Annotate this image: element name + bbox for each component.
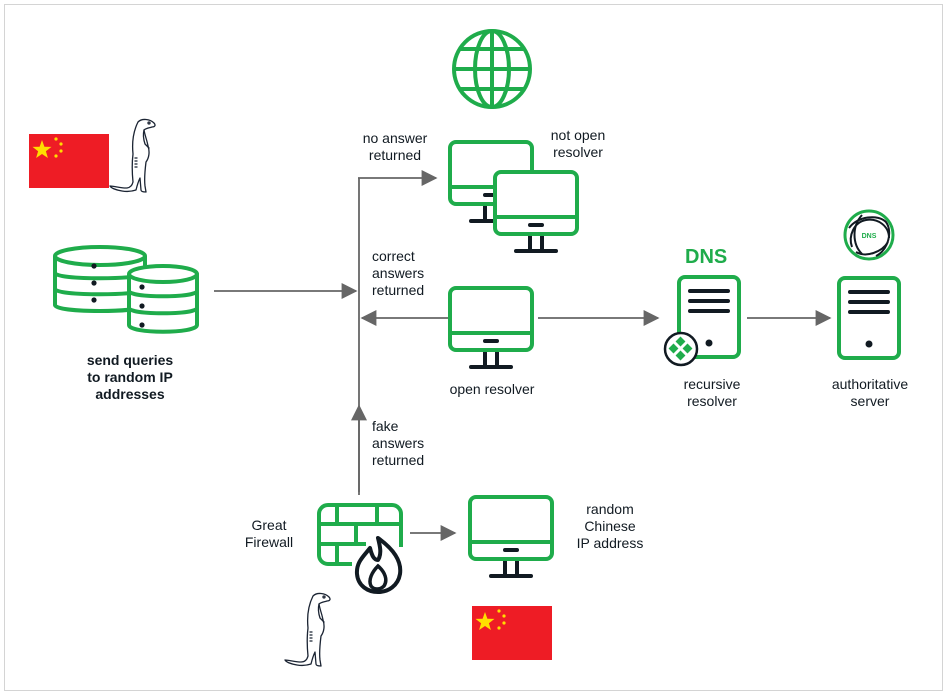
dns-title: DNS: [685, 246, 728, 268]
server-icon: [837, 276, 901, 360]
database-icon: [53, 245, 199, 334]
dns-globe-badge-icon: DNS: [843, 209, 895, 261]
monitor-icon: [468, 495, 554, 578]
open-resolver-label: open resolver: [449, 381, 535, 397]
monitor-icon: [448, 286, 534, 369]
recursive-resolver-label: recursive resolver: [683, 376, 741, 409]
china-flag-icon: [472, 606, 552, 660]
scanner-label: send queries to random IP addresses: [86, 352, 174, 402]
correct-answers-label: correct answers returned: [372, 248, 425, 298]
diagram-canvas: DNS: [29, 29, 901, 667]
china-flag-icon: [29, 134, 109, 188]
globe-icon: [452, 29, 532, 109]
meerkat-icon: [284, 592, 331, 667]
meerkat-icon: [109, 118, 156, 193]
authoritative-server-label: authoritative server: [831, 376, 909, 409]
firewall-icon: [317, 503, 403, 594]
diamond-badge-icon: [663, 331, 699, 367]
svg-text:DNS: DNS: [862, 233, 877, 240]
great-firewall-label: Great Firewall: [244, 517, 294, 550]
monitor-icon: [493, 170, 579, 253]
not-open-resolver-label: not open resolver: [550, 127, 606, 160]
random-chinese-ip-label: random Chinese IP address: [576, 501, 644, 551]
no-answer-label: no answer returned: [362, 130, 428, 163]
fake-answers-label: fake answers returned: [372, 418, 425, 468]
